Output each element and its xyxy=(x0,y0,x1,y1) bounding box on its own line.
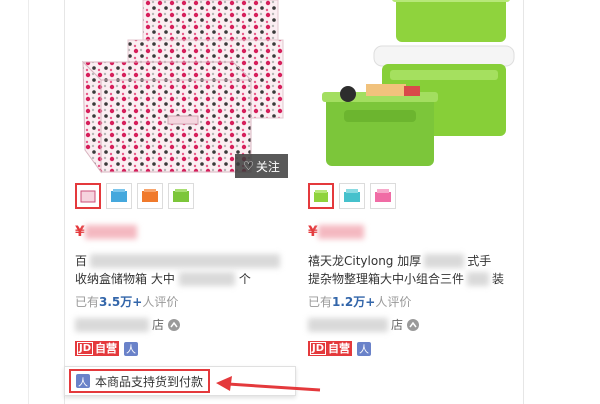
price: ¥ xyxy=(308,224,364,240)
shop-name-link[interactable]: 店 xyxy=(308,316,420,333)
product-image[interactable] xyxy=(306,0,518,176)
product-name-link[interactable]: 禧天龙Citylong 加厚 式手 提杂物整理箱大中小组合三件 装 xyxy=(308,252,518,288)
review-count[interactable]: 已有1.2万+人评价 xyxy=(308,293,411,310)
badge-row: JD 自营 人 xyxy=(75,341,139,356)
thumbnail-blue-box[interactable] xyxy=(106,183,132,209)
product-image[interactable] xyxy=(73,0,285,176)
shop-name-blurred xyxy=(75,317,149,332)
cod-tooltip-text: 本商品支持货到付款 xyxy=(95,374,204,389)
chat-icon[interactable] xyxy=(406,318,420,332)
shop-name-blurred xyxy=(308,317,388,332)
price-value-blurred xyxy=(84,225,137,239)
name-blurred xyxy=(467,272,490,286)
thumbnail-strip xyxy=(75,183,194,209)
cod-person-icon[interactable]: 人 xyxy=(357,341,372,356)
thumbnail-green-box[interactable] xyxy=(308,183,334,209)
jd-self-operated-badge: JD 自营 xyxy=(308,341,353,356)
product-card-2[interactable]: ¥ 禧天龙Citylong 加厚 式手 提杂物整理箱大中小组合三件 装 已有1.… xyxy=(298,0,524,404)
thumbnail-orange-box[interactable] xyxy=(137,183,163,209)
page-left-border xyxy=(28,0,29,404)
thumbnail-pink-box[interactable] xyxy=(370,183,396,209)
thumbnail-pink-polka-box[interactable] xyxy=(75,183,101,209)
product-card-1[interactable]: ♡ 关注 ¥ 百 收纳盒储物箱 大中 个 已有3.5万+人评价 店 JD 自营 … xyxy=(64,0,299,404)
chat-icon[interactable] xyxy=(167,318,181,332)
cod-person-icon: 人 xyxy=(76,374,90,389)
cod-person-icon[interactable]: 人 xyxy=(124,341,139,356)
jd-self-operated-badge: JD 自营 xyxy=(75,341,120,356)
follow-button[interactable]: ♡ 关注 xyxy=(235,154,288,178)
annotation-arrow xyxy=(216,376,321,392)
heart-icon: ♡ xyxy=(243,159,254,173)
cod-tooltip-highlight: 人 本商品支持货到付款 xyxy=(69,369,211,393)
name-blurred xyxy=(178,272,235,286)
name-blurred xyxy=(424,254,465,268)
thumbnail-teal-box[interactable] xyxy=(339,183,365,209)
shop-name-link[interactable]: 店 xyxy=(75,316,181,333)
price: ¥ xyxy=(75,224,137,240)
review-count[interactable]: 已有3.5万+人评价 xyxy=(75,293,178,310)
badge-row: JD 自营 人 xyxy=(308,341,372,356)
thumbnail-green-box[interactable] xyxy=(168,183,194,209)
name-blurred xyxy=(90,254,281,268)
thumbnail-strip xyxy=(308,183,396,209)
product-name-link[interactable]: 百 收纳盒储物箱 大中 个 xyxy=(75,252,285,288)
price-value-blurred xyxy=(317,225,364,239)
